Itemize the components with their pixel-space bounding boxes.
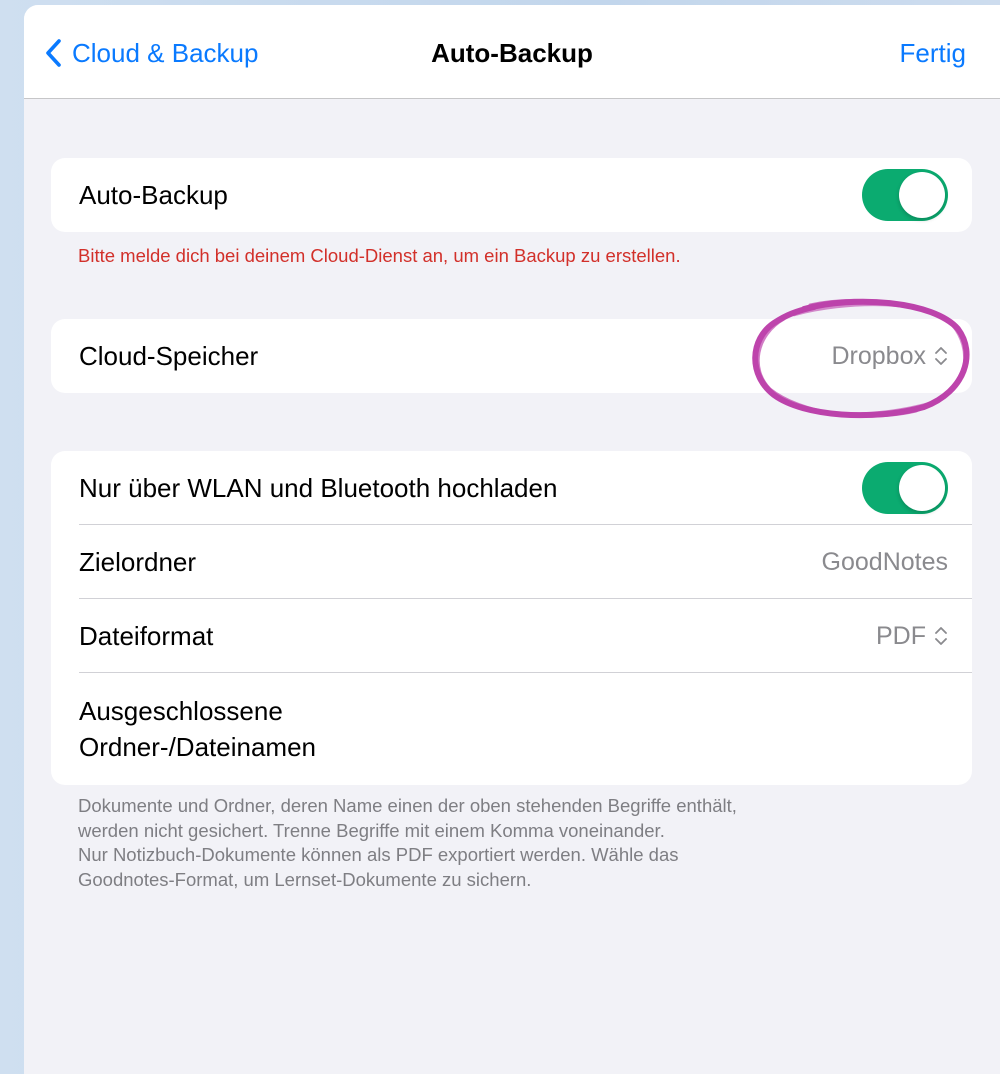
footer-line: werden nicht gesichert. Trenne Begriffe …	[78, 819, 665, 841]
footer-line: Goodnotes-Format, um Lernset-Dokumente z…	[78, 868, 532, 890]
auto-backup-group: Auto-Backup	[51, 158, 972, 232]
cloud-storage-value: Dropbox	[831, 341, 927, 370]
chevron-up-down-icon	[935, 347, 947, 365]
toggle-knob	[899, 465, 945, 511]
done-button[interactable]: Fertig	[900, 33, 966, 73]
upload-settings-group: Nur über WLAN und Bluetooth hochladen Zi…	[51, 451, 972, 785]
wifi-only-label: Nur über WLAN und Bluetooth hochladen	[79, 472, 558, 503]
settings-sheet: Cloud & Backup Auto-Backup Fertig Auto-B…	[24, 5, 1000, 1074]
footer-description: Dokumente und Ordner, deren Name einen d…	[78, 794, 958, 892]
toggle-knob	[899, 172, 945, 218]
excluded-names-label-line1: Ausgeschlossene	[79, 696, 283, 726]
auto-backup-label: Auto-Backup	[79, 179, 228, 210]
back-button-label: Cloud & Backup	[72, 37, 259, 68]
chevron-up-down-icon	[935, 627, 947, 645]
auto-backup-row: Auto-Backup	[51, 158, 972, 232]
auto-backup-error-message: Bitte melde dich bei deinem Cloud-Dienst…	[78, 245, 681, 266]
cloud-storage-label: Cloud-Speicher	[79, 340, 259, 371]
cloud-storage-picker[interactable]: Dropbox	[832, 342, 949, 371]
file-format-picker[interactable]: PDF	[876, 622, 948, 651]
target-folder-value: GoodNotes	[821, 547, 948, 576]
footer-line: Nur Notizbuch-Dokumente können als PDF e…	[78, 844, 679, 865]
file-format-value: PDF	[876, 621, 926, 650]
target-folder-row[interactable]: Zielordner GoodNotes	[51, 525, 972, 599]
navigation-bar: Cloud & Backup Auto-Backup Fertig	[24, 5, 1000, 99]
footer-line: Dokumente und Ordner, deren Name einen d…	[78, 795, 737, 816]
target-folder-label: Zielordner	[79, 546, 197, 577]
excluded-names-label: Ausgeschlossene Ordner-/Dateinamen	[79, 693, 948, 765]
excluded-names-row[interactable]: Ausgeschlossene Ordner-/Dateinamen	[51, 673, 972, 785]
back-button[interactable]: Cloud & Backup	[44, 33, 258, 73]
chevron-left-icon	[46, 39, 61, 67]
wifi-only-row: Nur über WLAN und Bluetooth hochladen	[51, 451, 972, 525]
auto-backup-toggle[interactable]	[862, 169, 948, 221]
excluded-names-label-line2: Ordner-/Dateinamen	[79, 732, 316, 762]
cloud-storage-group: Cloud-Speicher Dropbox	[51, 319, 972, 393]
file-format-row[interactable]: Dateiformat PDF	[51, 599, 972, 673]
file-format-label: Dateiformat	[79, 620, 214, 651]
cloud-storage-row[interactable]: Cloud-Speicher Dropbox	[51, 319, 972, 393]
wifi-only-toggle[interactable]	[862, 462, 948, 514]
